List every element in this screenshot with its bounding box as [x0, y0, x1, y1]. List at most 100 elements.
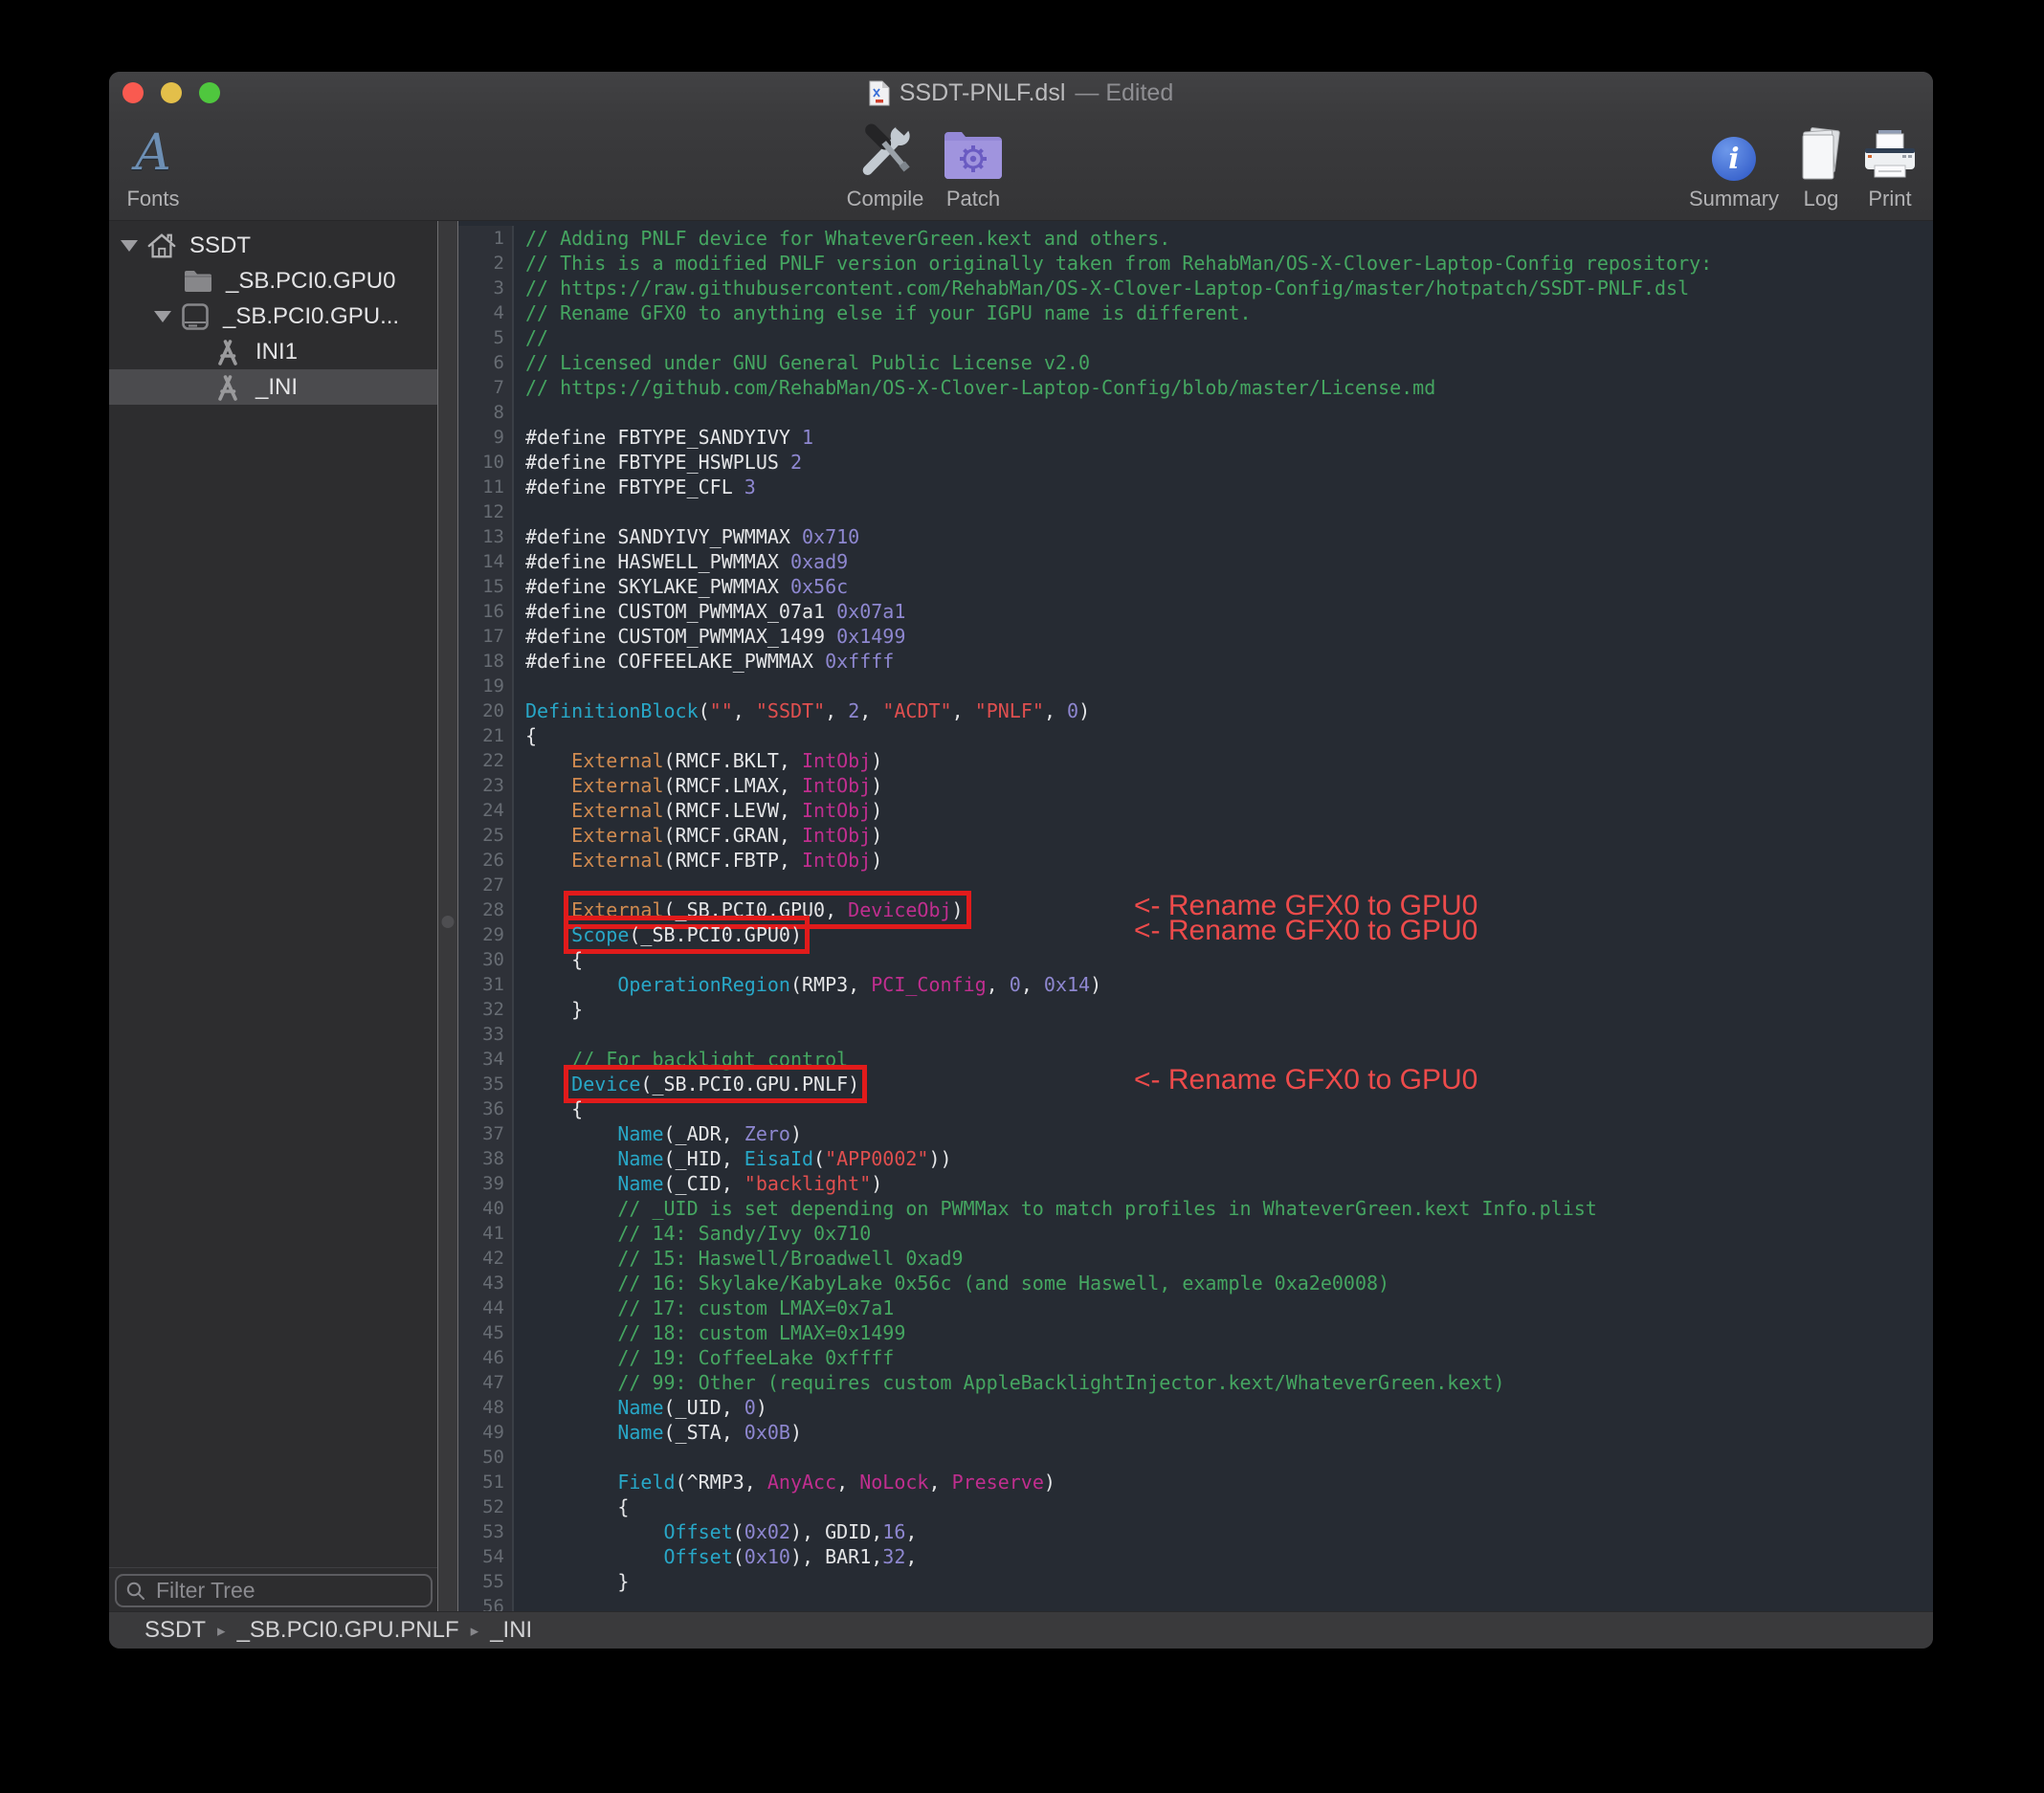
code-line[interactable]: 49 Name(_STA, 0x0B) [458, 1420, 1933, 1445]
code-text: #define FBTYPE_CFL 3 [525, 476, 756, 498]
code-line[interactable]: 36 { [458, 1096, 1933, 1121]
code-line[interactable]: 50 [458, 1445, 1933, 1470]
code-line[interactable]: 48 Name(_UID, 0) [458, 1395, 1933, 1420]
code-line[interactable]: 42 // 15: Haswell/Broadwell 0xad9 [458, 1246, 1933, 1271]
tree-item-ini1[interactable]: INI1 [109, 334, 437, 369]
toolbar-button-log[interactable]: Log [1797, 120, 1845, 211]
toolbar-button-compile[interactable]: Compile [847, 120, 923, 211]
code-line[interactable]: 15 #define SKYLAKE_PWMMAX 0x56c [458, 574, 1933, 599]
code-line[interactable]: 29 <- Rename GFX0 to GPU0 Scope(_SB.PCI0.… [458, 916, 1933, 954]
code-line[interactable]: 4 // Rename GFX0 to anything else if your… [458, 300, 1933, 325]
code-line[interactable]: 25 External(RMCF.GRAN, IntObj) [458, 823, 1933, 848]
filter-tree-field[interactable] [115, 1574, 433, 1607]
code-line[interactable]: 1 // Adding PNLF device for WhateverGreen… [458, 226, 1933, 251]
code-text: Device(_SB.PCI0.GPU.PNLF) [514, 1065, 868, 1103]
code-text: // This is a modified PNLF version origi… [525, 252, 1713, 275]
breadcrumb-item[interactable]: _SB.PCI0.GPU.PNLF [237, 1617, 459, 1644]
toolbar-label-summary: Summary [1688, 187, 1780, 210]
code-line[interactable]: 13 #define SANDYIVY_PWMMAX 0x710 [458, 524, 1933, 549]
disclosure-triangle-icon[interactable] [154, 310, 171, 322]
code-line[interactable]: 5 // [458, 325, 1933, 350]
line-number: 40 [458, 1196, 514, 1221]
split-handle-dot[interactable] [441, 916, 455, 928]
breadcrumb-separator: ▸ [217, 1622, 226, 1640]
code-line[interactable]: 53 Offset(0x02), GDID,16, [458, 1519, 1933, 1544]
tree-item-ssdt[interactable]: SSDT [109, 228, 437, 263]
code-line[interactable]: 12 [458, 499, 1933, 524]
code-line[interactable]: 46 // 19: CoffeeLake 0xffff [458, 1345, 1933, 1370]
line-number: 36 [458, 1096, 514, 1121]
code-line[interactable]: 6 // Licensed under GNU General Public Li… [458, 350, 1933, 375]
log-icon [1797, 120, 1845, 181]
code-line[interactable]: 44 // 17: custom LMAX=0x7a1 [458, 1295, 1933, 1320]
code-line[interactable]: 23 External(RMCF.LMAX, IntObj) [458, 773, 1933, 798]
code-line[interactable]: 41 // 14: Sandy/Ivy 0x710 [458, 1221, 1933, 1246]
code-line[interactable]: 55 } [458, 1569, 1933, 1594]
toolbar-button-patch[interactable]: Patch [943, 120, 1004, 211]
code-line[interactable]: 40 // _UID is set depending on PWMMax to… [458, 1196, 1933, 1221]
code-line[interactable]: 51 Field(^RMP3, AnyAcc, NoLock, Preserve… [458, 1470, 1933, 1494]
code-line[interactable]: 9 #define FBTYPE_SANDYIVY 1 [458, 425, 1933, 450]
split-divider[interactable] [437, 221, 458, 1612]
code-line[interactable]: 7 // https://github.com/RehabMan/OS-X-Clo… [458, 375, 1933, 400]
line-number: 17 [458, 624, 514, 649]
code-line[interactable]: 35 <- Rename GFX0 to GPU0 Device(_SB.PCI0… [458, 1065, 1933, 1103]
code-line[interactable]: 2 // This is a modified PNLF version orig… [458, 251, 1933, 276]
code-line[interactable]: 45 // 18: custom LMAX=0x1499 [458, 1320, 1933, 1345]
code-line[interactable]: 17 #define CUSTOM_PWMMAX_1499 0x1499 [458, 624, 1933, 649]
code-line[interactable]: 39 Name(_CID, "backlight") [458, 1171, 1933, 1196]
code-editor[interactable]: 1 // Adding PNLF device for WhateverGreen… [458, 221, 1933, 1612]
code-line[interactable]: 56 [458, 1594, 1933, 1612]
toolbar-label-print: Print [1868, 187, 1912, 210]
code-line[interactable]: 3 // https://raw.githubusercontent.com/Re… [458, 276, 1933, 300]
filter-tree-input[interactable] [154, 1577, 416, 1605]
line-number: 48 [458, 1395, 514, 1420]
code-line[interactable]: 21 { [458, 723, 1933, 748]
toolbar-button-print[interactable]: Print [1862, 120, 1918, 211]
line-number: 41 [458, 1221, 514, 1246]
toolbar-button-summary[interactable]: i Summary [1689, 120, 1779, 211]
statusbar: SSDT ▸ _SB.PCI0.GPU.PNLF ▸ _INI [109, 1611, 1933, 1649]
code-line[interactable]: 11 #define FBTYPE_CFL 3 [458, 475, 1933, 499]
code-line[interactable]: 32 } [458, 997, 1933, 1022]
tree-item-ini[interactable]: _INI [109, 369, 437, 405]
code-line[interactable]: 33 [458, 1022, 1933, 1047]
breadcrumb-separator: ▸ [470, 1622, 479, 1640]
code-line[interactable]: 24 External(RMCF.LEVW, IntObj) [458, 798, 1933, 823]
code-line[interactable]: 47 // 99: Other (requires custom AppleBa… [458, 1370, 1933, 1395]
tree-item-sbpci0gpu0[interactable]: _SB.PCI0.GPU0 [109, 263, 437, 299]
titlebar[interactable]: SSDT-PNLF.dsl — Edited [109, 72, 1933, 114]
line-number: 26 [458, 848, 514, 873]
code-line[interactable]: 20 DefinitionBlock("", "SSDT", 2, "ACDT",… [458, 698, 1933, 723]
code-line[interactable]: 22 External(RMCF.BKLT, IntObj) [458, 748, 1933, 773]
code-line[interactable]: 19 [458, 674, 1933, 698]
tree-item-sbpci0gpu[interactable]: _SB.PCI0.GPU... [109, 299, 437, 334]
code-line[interactable]: 43 // 16: Skylake/KabyLake 0x56c (and so… [458, 1271, 1933, 1295]
breadcrumb-item[interactable]: SSDT [144, 1617, 206, 1644]
code-text: // 15: Haswell/Broadwell 0xad9 [617, 1247, 964, 1270]
disclosure-triangle-icon[interactable] [121, 239, 138, 252]
line-number: 47 [458, 1370, 514, 1395]
code-line[interactable]: 54 Offset(0x10), BAR1,32, [458, 1544, 1933, 1569]
line-number: 49 [458, 1420, 514, 1445]
search-icon [126, 1582, 144, 1600]
code-line[interactable]: 52 { [458, 1494, 1933, 1519]
code-line[interactable]: 14 #define HASWELL_PWMMAX 0xad9 [458, 549, 1933, 574]
code-line[interactable]: 8 [458, 400, 1933, 425]
code-text: OperationRegion(RMP3, PCI_Config, 0, 0x1… [617, 973, 1102, 996]
toolbar-button-fonts[interactable]: A Fonts [126, 120, 179, 211]
code-line[interactable]: 18 #define COFFEELAKE_PWMMAX 0xffff [458, 649, 1933, 674]
breadcrumb-item[interactable]: _INI [490, 1617, 532, 1644]
code-text: #define CUSTOM_PWMMAX_1499 0x1499 [525, 625, 906, 648]
code-line[interactable]: 16 #define CUSTOM_PWMMAX_07a1 0x07a1 [458, 599, 1933, 624]
code-line[interactable]: 38 Name(_HID, EisaId("APP0002")) [458, 1146, 1933, 1171]
code-text: // For backlight control [571, 1048, 849, 1071]
code-line[interactable]: 31 OperationRegion(RMP3, PCI_Config, 0, … [458, 972, 1933, 997]
toolbar-label-fonts: Fonts [126, 187, 180, 210]
code-line[interactable]: 26 External(RMCF.FBTP, IntObj) [458, 848, 1933, 873]
code-line[interactable]: 30 { [458, 947, 1933, 972]
code-line[interactable]: 10 #define FBTYPE_HSWPLUS 2 [458, 450, 1933, 475]
line-number: 38 [458, 1146, 514, 1171]
code-line[interactable]: 37 Name(_ADR, Zero) [458, 1121, 1933, 1146]
